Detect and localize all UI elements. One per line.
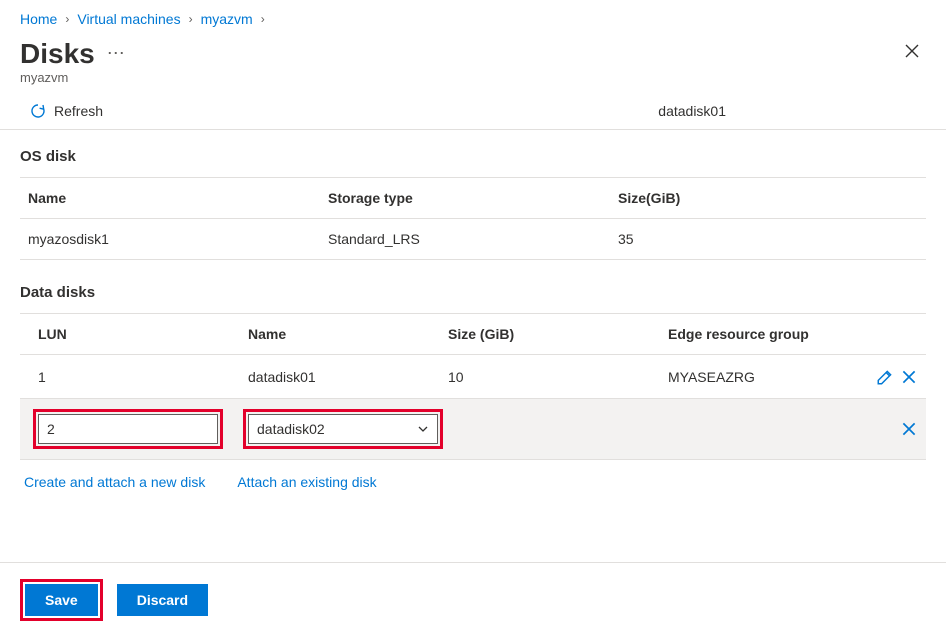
os-disk-section-title: OS disk: [20, 148, 926, 165]
data-disks-header: LUN Name Size (GiB) Edge resource group: [20, 313, 926, 355]
col-storage: Storage type: [328, 190, 618, 206]
crumb-home[interactable]: Home: [20, 11, 57, 27]
col-lun: LUN: [38, 326, 248, 342]
os-disk-storage: Standard_LRS: [328, 231, 618, 247]
close-icon[interactable]: [898, 37, 926, 70]
crumb-vm[interactable]: myazvm: [201, 11, 253, 27]
disk-name-value: datadisk02: [257, 421, 325, 437]
lun-input[interactable]: 2: [38, 414, 218, 444]
footer: Save Discard: [0, 562, 946, 637]
create-attach-link[interactable]: Create and attach a new disk: [24, 474, 205, 490]
page-title: Disks: [20, 38, 95, 70]
title-row: Disks ⋯: [0, 33, 946, 70]
crumb-virtual-machines[interactable]: Virtual machines: [77, 11, 180, 27]
toolbar-right-text: datadisk01: [658, 103, 726, 119]
data-disks-section-title: Data disks: [20, 284, 926, 301]
refresh-label: Refresh: [54, 103, 103, 119]
chevron-right-icon: ›: [189, 12, 193, 26]
data-disk-row: 1 datadisk01 10 MYASEAZRG: [20, 355, 926, 399]
disk-name-dropdown[interactable]: datadisk02: [248, 414, 438, 444]
edit-icon[interactable]: [876, 368, 894, 386]
more-actions-icon[interactable]: ⋯: [107, 43, 126, 64]
data-disk-row-editing: 2 datadisk02: [20, 399, 926, 460]
chevron-down-icon: [417, 423, 429, 435]
toolbar: Refresh datadisk01: [0, 95, 946, 130]
breadcrumb: Home › Virtual machines › myazvm ›: [0, 0, 946, 33]
save-button[interactable]: Save: [25, 584, 98, 616]
discard-button[interactable]: Discard: [117, 584, 208, 616]
refresh-button[interactable]: Refresh: [30, 103, 103, 119]
delete-icon[interactable]: [900, 420, 918, 438]
cell-size: 10: [448, 369, 668, 385]
attach-existing-link[interactable]: Attach an existing disk: [237, 474, 376, 490]
col-edge-resource-group: Edge resource group: [668, 326, 858, 342]
os-disk-size: 35: [618, 231, 918, 247]
col-size: Size(GiB): [618, 190, 918, 206]
os-disk-row: myazosdisk1 Standard_LRS 35: [20, 219, 926, 260]
col-name: Name: [248, 326, 448, 342]
disk-actions-links: Create and attach a new disk Attach an e…: [20, 460, 926, 490]
lun-value: 2: [47, 421, 55, 437]
chevron-right-icon: ›: [65, 12, 69, 26]
chevron-right-icon: ›: [261, 12, 265, 26]
cell-erg: MYASEAZRG: [668, 369, 858, 385]
subtitle: myazvm: [0, 70, 946, 95]
refresh-icon: [30, 103, 46, 119]
col-size: Size (GiB): [448, 326, 668, 342]
os-disk-header: Name Storage type Size(GiB): [20, 177, 926, 219]
cell-name: datadisk01: [248, 369, 448, 385]
os-disk-name: myazosdisk1: [28, 231, 328, 247]
delete-icon[interactable]: [900, 368, 918, 386]
col-name: Name: [28, 190, 328, 206]
cell-lun: 1: [38, 369, 248, 385]
